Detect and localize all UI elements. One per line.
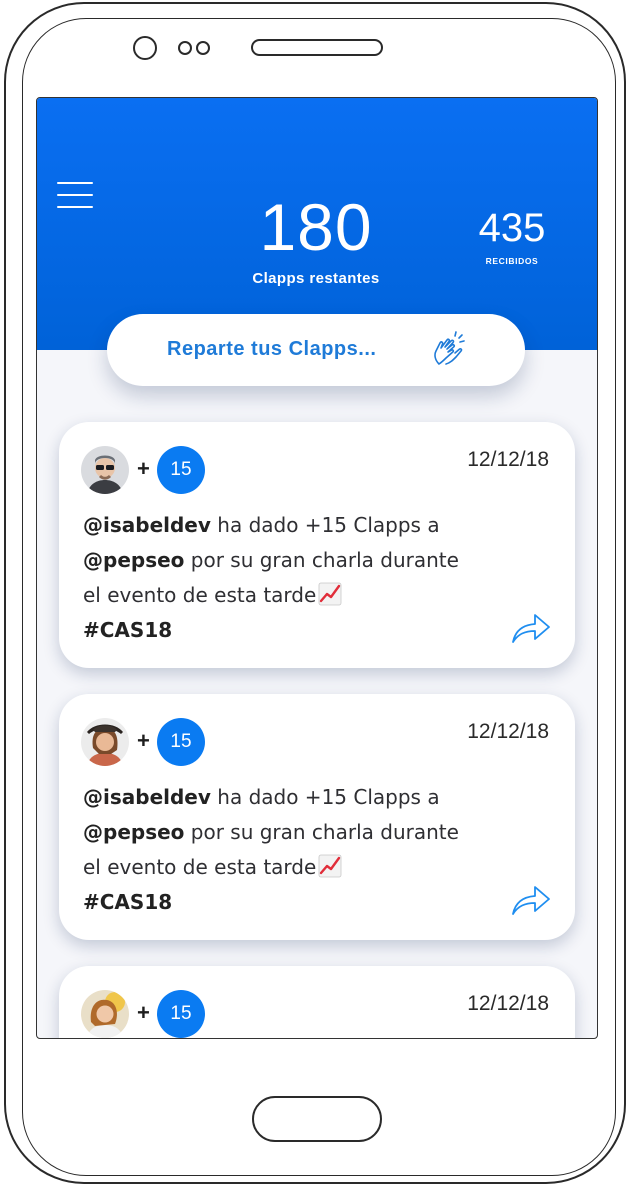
- received-label: RECIBIDOS: [485, 256, 539, 266]
- home-button[interactable]: [252, 1096, 382, 1142]
- post-message: @isabeldev ha dado +15 Clapps a @pepseo …: [83, 508, 483, 648]
- post-date: 12/12/18: [467, 720, 549, 743]
- plus-sign: +: [137, 456, 150, 481]
- user-avatar-icon: [81, 718, 129, 766]
- hashtag[interactable]: #CAS18: [83, 618, 172, 642]
- distribute-clapps-label: Reparte tus Clapps...: [167, 338, 377, 360]
- app-screen: 180 Clapps restantes 435 RECIBIDOS Repar…: [36, 97, 598, 1039]
- message-text: ha dado +15 Clapps a: [210, 513, 440, 537]
- sensor-icon: [196, 41, 210, 55]
- avatar[interactable]: [81, 446, 129, 494]
- recipient-handle[interactable]: @pepseo: [83, 548, 184, 572]
- sender-handle[interactable]: @isabeldev: [83, 785, 211, 809]
- hamburger-menu-icon[interactable]: [57, 182, 93, 210]
- plus-sign: +: [137, 1000, 150, 1025]
- feed-card[interactable]: + 15 12/12/18: [59, 966, 575, 1038]
- feed-card[interactable]: + 15 12/12/18 @isabeldev ha dado +15 Cla…: [59, 422, 575, 668]
- speaker-grille: [251, 39, 383, 56]
- message-text: ha dado +15 Clapps a: [210, 785, 440, 809]
- avatar[interactable]: [81, 990, 129, 1038]
- share-icon[interactable]: [509, 882, 553, 918]
- chart-increasing-icon: [318, 582, 342, 606]
- clapps-count-badge: 15: [157, 446, 205, 494]
- clapping-hands-icon: [434, 331, 465, 365]
- distribute-clapps-button[interactable]: Reparte tus Clapps...: [107, 314, 525, 386]
- user-avatar-icon: [81, 446, 129, 494]
- remaining-clapps-count: 180: [259, 190, 373, 264]
- hashtag[interactable]: #CAS18: [83, 890, 172, 914]
- received-count: 435: [478, 206, 546, 250]
- recipient-handle[interactable]: @pepseo: [83, 820, 184, 844]
- share-icon[interactable]: [509, 610, 553, 646]
- user-avatar-icon: [81, 990, 129, 1038]
- avatar[interactable]: [81, 718, 129, 766]
- front-camera-icon: [133, 36, 157, 60]
- plus-sign: +: [137, 728, 150, 753]
- post-date: 12/12/18: [467, 448, 549, 471]
- sensor-icon: [178, 41, 192, 55]
- app-header: 180 Clapps restantes 435 RECIBIDOS: [37, 98, 597, 350]
- remaining-clapps-label: Clapps restantes: [252, 270, 380, 287]
- clapps-count-badge: 15: [157, 718, 205, 766]
- sender-handle[interactable]: @isabeldev: [83, 513, 211, 537]
- post-message: @isabeldev ha dado +15 Clapps a @pepseo …: [83, 780, 483, 920]
- feed-card[interactable]: + 15 12/12/18 @isabeldev ha dado +15 Cla…: [59, 694, 575, 940]
- clapps-count-badge: 15: [157, 990, 205, 1038]
- chart-increasing-icon: [318, 854, 342, 878]
- post-date: 12/12/18: [467, 992, 549, 1015]
